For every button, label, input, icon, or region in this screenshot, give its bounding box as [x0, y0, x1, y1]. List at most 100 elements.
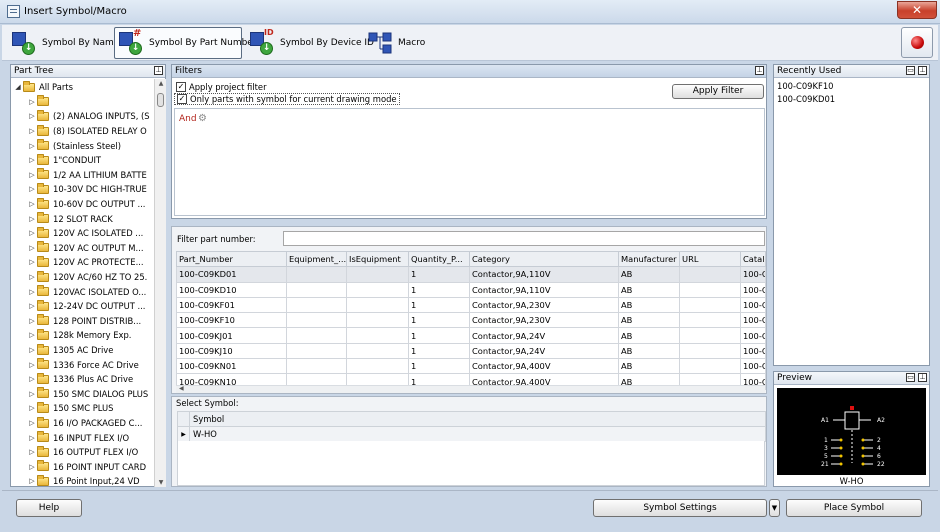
table-cell[interactable] [679, 342, 741, 360]
table-cell[interactable] [286, 296, 347, 314]
column-header[interactable]: IsEquipment [346, 250, 409, 268]
collapse-icon[interactable]: ◢ [13, 83, 23, 91]
table-cell[interactable]: 100-C09KF01 [176, 296, 287, 314]
tree-item[interactable]: ▷ 1336 Force AC Drive [27, 357, 139, 372]
table-cell[interactable]: 100-C [740, 358, 766, 375]
table-row[interactable]: 100-C09KF10 1 Contactor,9A,230V AB 100-C [176, 312, 766, 329]
table-cell[interactable] [346, 342, 409, 360]
tree-item[interactable]: ▷ 12-24V DC OUTPUT ... [27, 299, 145, 314]
tree-item[interactable]: ▷ 16 INPUT FLEX I/O [27, 430, 129, 445]
tree-item[interactable]: ▷ [27, 95, 53, 110]
table-cell[interactable]: 100-C [740, 266, 766, 283]
column-header[interactable]: URL [679, 250, 741, 268]
table-row[interactable]: 100-C09KD10 1 Contactor,9A,110V AB 100-C [176, 281, 766, 298]
table-cell[interactable]: 1 [408, 358, 470, 375]
symbol-settings-dropdown-icon[interactable]: ▼ [769, 499, 780, 517]
expand-icon[interactable]: ▷ [27, 200, 37, 208]
scrollbar-thumb[interactable] [157, 93, 164, 107]
help-button[interactable]: Help [16, 499, 82, 517]
tree-item[interactable]: ▷ 120V AC OUTPUT M... [27, 241, 143, 256]
expand-icon[interactable]: ▷ [27, 127, 37, 135]
table-cell[interactable]: AB [618, 266, 680, 283]
apply-project-filter-checkbox[interactable]: ✓ Apply project filter [176, 82, 267, 92]
table-cell[interactable] [346, 327, 409, 344]
expand-icon[interactable]: ▷ [27, 258, 37, 266]
expand-icon[interactable]: ▷ [27, 156, 37, 164]
table-cell[interactable]: Contactor,9A,400V [469, 358, 619, 375]
expand-icon[interactable]: ▷ [27, 142, 37, 150]
apply-filter-button[interactable]: Apply Filter [672, 84, 764, 99]
table-cell[interactable] [679, 296, 741, 314]
expand-icon[interactable]: ▷ [27, 244, 37, 252]
table-cell[interactable]: 1 [408, 312, 470, 329]
table-cell[interactable]: Contactor,9A,230V [469, 312, 619, 329]
expand-icon[interactable]: ▷ [27, 448, 37, 456]
table-cell[interactable]: 1 [408, 342, 470, 360]
tree-item[interactable]: ▷ (8) ISOLATED RELAY O [27, 124, 147, 139]
recent-item[interactable]: 100-C09KF10 [777, 81, 833, 91]
table-cell[interactable] [346, 296, 409, 314]
tree-item[interactable]: ▷ 120V AC/60 HZ TO 25. [27, 270, 147, 285]
table-cell[interactable] [286, 358, 347, 375]
table-cell[interactable]: 100-C [740, 312, 766, 329]
table-cell[interactable]: Contactor,9A,24V [469, 342, 619, 360]
filter-part-number-input[interactable] [283, 231, 765, 246]
table-cell[interactable]: 100-C [740, 327, 766, 344]
tree-item[interactable]: ▷ 120V AC PROTECTE... [27, 255, 144, 270]
symbol-row[interactable]: ▶ W-HO [177, 426, 766, 442]
column-header[interactable]: Category [469, 250, 619, 268]
scroll-up-icon[interactable]: ▲ [155, 80, 167, 87]
table-row[interactable]: 100-C09KD01 1 Contactor,9A,110V AB 100-C [176, 266, 766, 283]
place-symbol-button[interactable]: Place Symbol [786, 499, 922, 517]
expand-icon[interactable]: ▷ [27, 361, 37, 369]
add-condition-icon[interactable]: ⚙ [198, 113, 207, 124]
expand-icon[interactable]: ▷ [27, 419, 37, 427]
expand-icon[interactable]: ▷ [27, 302, 37, 310]
table-cell[interactable] [679, 312, 741, 329]
scroll-left-icon[interactable]: ◀ [179, 385, 184, 392]
expand-icon[interactable]: ▷ [27, 375, 37, 383]
table-cell[interactable]: Contactor,9A,110V [469, 266, 619, 283]
maximize-icon[interactable]: ▭ [906, 373, 915, 382]
pin-icon[interactable]: ⊥ [755, 66, 764, 75]
tree-item[interactable]: ◢ All Parts [13, 80, 73, 95]
expand-icon[interactable]: ▷ [27, 112, 37, 120]
table-cell[interactable]: 1 [408, 266, 470, 283]
column-header[interactable]: Quantity_P... [408, 250, 470, 268]
table-cell[interactable]: 1 [408, 281, 470, 298]
tree-item[interactable]: ▷ (2) ANALOG INPUTS, (S [27, 109, 150, 124]
table-cell[interactable] [679, 327, 741, 344]
expand-icon[interactable]: ▷ [27, 229, 37, 237]
expand-icon[interactable]: ▷ [27, 390, 37, 398]
table-cell[interactable]: 1 [408, 327, 470, 344]
table-cell[interactable]: Contactor,9A,230V [469, 296, 619, 314]
tree-item[interactable]: ▷ 10-30V DC HIGH-TRUE [27, 182, 147, 197]
tree-item[interactable]: ▷ 16 POINT INPUT CARD [27, 460, 146, 475]
column-header[interactable]: Equipment_... [286, 250, 347, 268]
table-cell[interactable]: Contactor,9A,24V [469, 327, 619, 344]
expand-icon[interactable]: ▷ [27, 346, 37, 354]
table-cell[interactable]: AB [618, 358, 680, 375]
symbol-by-name-button[interactable]: ↓ Symbol By Name [8, 27, 123, 59]
tree-item[interactable]: ▷ 150 SMC DIALOG PLUS [27, 387, 148, 402]
table-cell[interactable]: 100-C [740, 342, 766, 360]
symbol-column-header[interactable]: Symbol [189, 411, 766, 427]
table-cell[interactable]: Contactor,9A,110V [469, 281, 619, 298]
tree-item[interactable]: ▷ (Stainless Steel) [27, 138, 121, 153]
expand-icon[interactable]: ▷ [27, 215, 37, 223]
only-parts-with-symbol-checkbox[interactable]: ✓ Only parts with symbol for current dra… [174, 93, 400, 105]
tree-item[interactable]: ▷ 12 SLOT RACK [27, 211, 113, 226]
table-cell[interactable] [346, 266, 409, 283]
column-header[interactable]: Part_Number [176, 250, 287, 268]
maximize-icon[interactable]: ▭ [906, 66, 915, 75]
table-cell[interactable]: 100-C09KF10 [176, 312, 287, 329]
tree-item[interactable]: ▷ 1336 Plus AC Drive [27, 372, 133, 387]
and-operator[interactable]: And [179, 114, 197, 124]
table-cell[interactable]: AB [618, 296, 680, 314]
expand-icon[interactable]: ▷ [27, 288, 37, 296]
tree-item[interactable]: ▷ 16 I/O PACKAGED C... [27, 416, 142, 431]
pin-icon[interactable]: ⊥ [918, 373, 927, 382]
symbol-cell[interactable]: W-HO [189, 426, 766, 442]
table-cell[interactable]: AB [618, 312, 680, 329]
table-row[interactable]: 100-C09KJ01 1 Contactor,9A,24V AB 100-C [176, 327, 766, 344]
